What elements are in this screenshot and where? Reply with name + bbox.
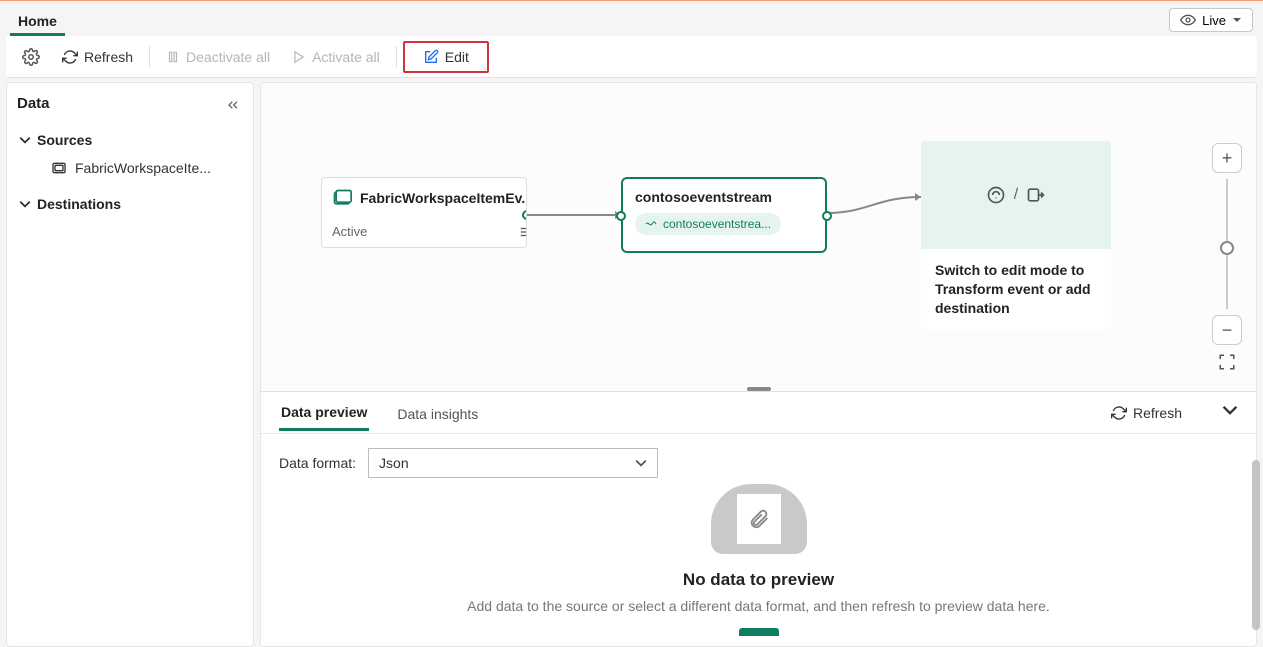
- edge-stream-to-dest: [827, 193, 921, 223]
- node-source[interactable]: FabricWorkspaceItemEv... Active: [321, 177, 527, 248]
- slash-separator: /: [1014, 186, 1018, 204]
- chevron-down-icon: [19, 198, 31, 210]
- deactivate-all-button[interactable]: Deactivate all: [156, 43, 280, 71]
- input-port[interactable]: [616, 211, 626, 221]
- destinations-label: Destinations: [37, 196, 121, 212]
- refresh-label: Refresh: [84, 49, 133, 65]
- collapse-sidebar-button[interactable]: [225, 97, 241, 118]
- refresh-icon: [62, 49, 78, 65]
- refresh-icon: [1111, 405, 1127, 421]
- gear-icon: [22, 48, 40, 66]
- edit-label: Edit: [445, 49, 469, 65]
- node-destination[interactable]: / Switch to edit mode to Transform event…: [921, 141, 1111, 330]
- live-mode-label: Live: [1202, 13, 1226, 28]
- preview-refresh-label: Refresh: [1133, 405, 1182, 421]
- source-node-status: Active: [332, 224, 367, 239]
- data-format-value: Json: [379, 455, 409, 471]
- no-data-subtitle: Add data to the source or select a diffe…: [279, 598, 1238, 614]
- vertical-scrollbar[interactable]: [1252, 460, 1260, 630]
- edit-icon: [423, 49, 439, 65]
- deactivate-all-label: Deactivate all: [186, 49, 270, 65]
- output-port[interactable]: [522, 210, 527, 220]
- zoom-slider[interactable]: [1226, 179, 1228, 309]
- no-data-illustration: [711, 484, 807, 554]
- transform-icon: [986, 185, 1006, 205]
- top-bar: Home Live: [0, 0, 1263, 36]
- ribbon-toolbar: Refresh Deactivate all Activate all Edit: [6, 36, 1257, 78]
- zoom-out-button[interactable]: −: [1212, 315, 1242, 345]
- play-icon: [292, 50, 306, 64]
- chevron-down-icon: [1222, 402, 1238, 418]
- canvas[interactable]: FabricWorkspaceItemEv... Active contosoe…: [261, 83, 1256, 391]
- live-mode-button[interactable]: Live: [1169, 8, 1253, 32]
- edge-source-to-stream: [527, 209, 621, 221]
- settings-button[interactable]: [12, 42, 50, 72]
- tab-data-insights[interactable]: Data insights: [395, 396, 480, 430]
- data-sidebar: Data Sources FabricWorkspaceIte... Desti…: [6, 82, 254, 647]
- edit-button[interactable]: Edit: [409, 45, 483, 69]
- sidebar-title: Data: [17, 95, 243, 112]
- data-format-select[interactable]: Json: [368, 448, 658, 478]
- tab-home[interactable]: Home: [10, 7, 65, 36]
- zoom-in-button[interactable]: +: [1212, 143, 1242, 173]
- workspace-icon: [51, 160, 67, 176]
- source-node-title: FabricWorkspaceItemEv...: [360, 190, 527, 206]
- chevron-down-icon: [635, 457, 647, 469]
- action-button-peek[interactable]: [739, 628, 779, 636]
- activate-all-label: Activate all: [312, 49, 380, 65]
- node-eventstream[interactable]: contosoeventstream contosoeventstrea...: [621, 177, 827, 253]
- stream-chip-label: contosoeventstrea...: [663, 217, 771, 231]
- dest-hint-text: Switch to edit mode to Transform event o…: [921, 249, 1111, 330]
- ribbon-separator: [149, 46, 150, 68]
- pause-icon: [166, 50, 180, 64]
- workspace-icon: [332, 188, 352, 208]
- dest-placeholder-top: /: [921, 141, 1111, 249]
- data-format-label: Data format:: [279, 455, 356, 471]
- zoom-controls: + −: [1212, 143, 1242, 373]
- edit-button-highlight: Edit: [403, 41, 489, 73]
- panel-collapse-button[interactable]: [1222, 402, 1238, 423]
- stream-node-title: contosoeventstream: [635, 189, 813, 205]
- menu-icon[interactable]: [519, 225, 527, 239]
- eye-icon: [1180, 12, 1196, 28]
- zoom-fit-button[interactable]: [1216, 351, 1238, 373]
- refresh-button[interactable]: Refresh: [52, 43, 143, 71]
- panel-resize-handle[interactable]: [747, 387, 771, 391]
- ribbon-separator: [396, 46, 397, 68]
- bottom-panel: Data preview Data insights Refresh Data …: [261, 391, 1256, 646]
- sources-label: Sources: [37, 132, 92, 148]
- chevron-down-icon: [19, 134, 31, 146]
- output-icon: [1026, 185, 1046, 205]
- source-item-fabric[interactable]: FabricWorkspaceIte...: [17, 154, 243, 182]
- chevron-double-left-icon: [225, 97, 241, 113]
- preview-refresh-button[interactable]: Refresh: [1111, 405, 1182, 421]
- fit-icon: [1218, 353, 1236, 371]
- caret-down-icon: [1232, 15, 1242, 25]
- paperclip-icon: [748, 502, 770, 536]
- output-port[interactable]: [822, 211, 832, 221]
- activate-all-button[interactable]: Activate all: [282, 43, 390, 71]
- stream-icon: [645, 218, 657, 230]
- stream-chip[interactable]: contosoeventstrea...: [635, 213, 781, 235]
- destinations-tree-header[interactable]: Destinations: [17, 190, 243, 218]
- tab-data-preview[interactable]: Data preview: [279, 394, 369, 431]
- zoom-thumb[interactable]: [1220, 241, 1234, 255]
- no-data-title: No data to preview: [279, 570, 1238, 590]
- source-item-label: FabricWorkspaceIte...: [75, 160, 211, 176]
- sources-tree-header[interactable]: Sources: [17, 126, 243, 154]
